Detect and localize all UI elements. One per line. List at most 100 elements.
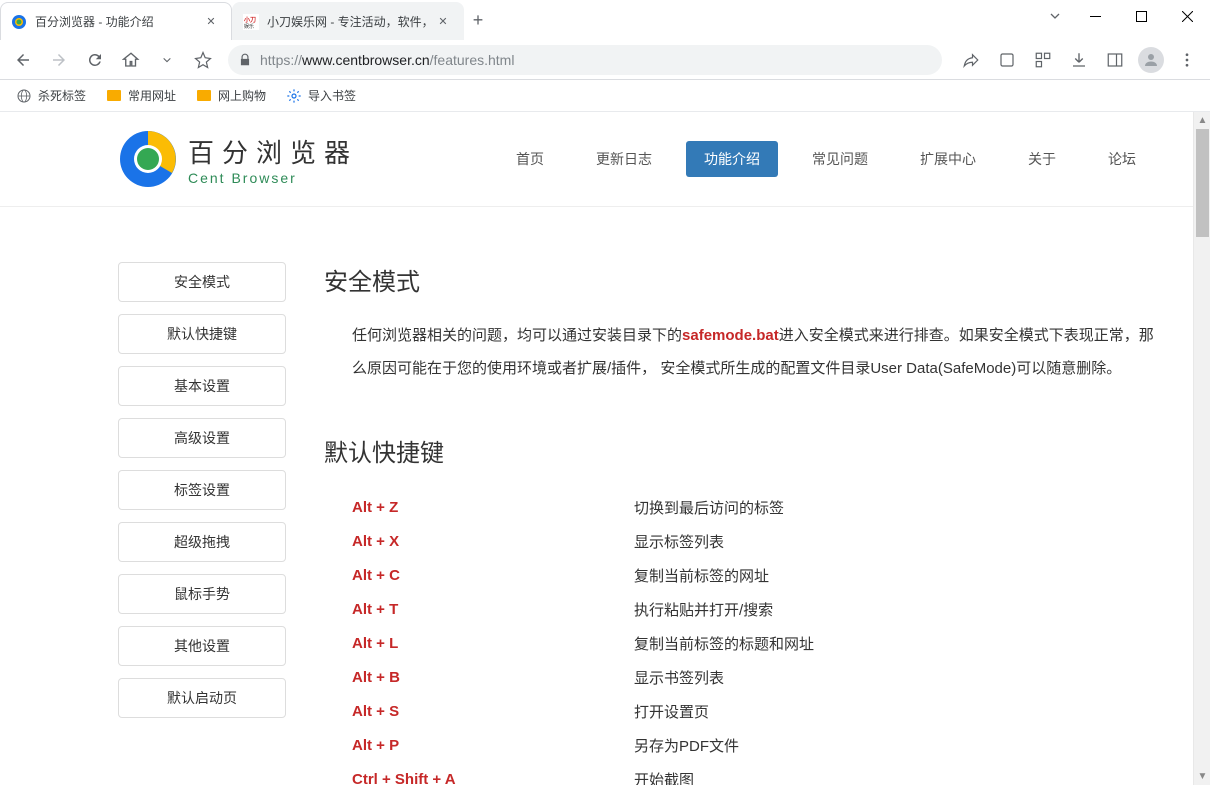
bookmark-item[interactable]: 导入书签 (278, 83, 364, 108)
table-row: Alt + T执行粘贴并打开/搜索 (352, 592, 1162, 626)
main-content: 安全模式 任何浏览器相关的问题，均可以通过安装目录下的safemode.bat进… (324, 262, 1162, 785)
shortcut-key: Alt + S (352, 703, 634, 720)
home-button[interactable] (114, 44, 148, 76)
menu-button[interactable] (1170, 44, 1204, 76)
sidebar-item-shortcuts[interactable]: 默认快捷键 (118, 314, 286, 354)
table-row: Alt + S打开设置页 (352, 694, 1162, 728)
folder-icon (196, 88, 212, 104)
folder-icon (106, 88, 122, 104)
sidebar: 安全模式 默认快捷键 基本设置 高级设置 标签设置 超级拖拽 鼠标手势 其他设置… (118, 262, 286, 785)
section-title-shortcuts: 默认快捷键 (324, 433, 1162, 468)
minimize-button[interactable] (1072, 0, 1118, 32)
svg-text:小刀: 小刀 (243, 16, 256, 24)
shortcut-desc: 切换到最后访问的标签 (634, 497, 784, 518)
main-nav: 首页 更新日志 功能介绍 常见问题 扩展中心 关于 论坛 (490, 141, 1162, 177)
nav-about[interactable]: 关于 (1010, 141, 1074, 177)
nav-changelog[interactable]: 更新日志 (578, 141, 670, 177)
close-icon[interactable]: ✕ (435, 14, 451, 30)
forward-button[interactable] (42, 44, 76, 76)
scroll-down-icon[interactable]: ▼ (1194, 768, 1210, 785)
bookmark-folder[interactable]: 常用网址 (98, 83, 184, 108)
toolbar: https://www.centbrowser.cn/features.html (0, 40, 1210, 80)
bookmark-label: 杀死标签 (38, 87, 86, 104)
logo-title-en: Cent Browser (188, 170, 358, 186)
back-button[interactable] (6, 44, 40, 76)
scroll-thumb[interactable] (1196, 129, 1209, 237)
bookmark-label: 常用网址 (128, 87, 176, 104)
sidebar-item-gesture[interactable]: 鼠标手势 (118, 574, 286, 614)
vertical-scrollbar[interactable]: ▲ ▼ (1193, 112, 1210, 785)
shortcut-desc: 显示书签列表 (634, 667, 724, 688)
shortcut-key: Alt + T (352, 601, 634, 618)
sidebar-item-other[interactable]: 其他设置 (118, 626, 286, 666)
globe-icon (16, 88, 32, 104)
table-row: Alt + Z切换到最后访问的标签 (352, 490, 1162, 524)
shortcut-key: Alt + X (352, 533, 634, 550)
shortcut-desc: 复制当前标签的标题和网址 (634, 633, 814, 654)
table-row: Alt + X显示标签列表 (352, 524, 1162, 558)
shortcut-desc: 复制当前标签的网址 (634, 565, 769, 586)
shortcut-desc: 另存为PDF文件 (634, 735, 739, 756)
chevron-down-icon[interactable] (1038, 0, 1072, 32)
scroll-up-icon[interactable]: ▲ (1194, 112, 1210, 129)
close-icon[interactable]: ✕ (203, 14, 219, 30)
bookmark-folder[interactable]: 网上购物 (188, 83, 274, 108)
lock-icon (238, 53, 252, 67)
panel-button[interactable] (1098, 44, 1132, 76)
shortcut-key: Alt + L (352, 635, 634, 652)
maximize-button[interactable] (1118, 0, 1164, 32)
table-row: Alt + L复制当前标签的标题和网址 (352, 626, 1162, 660)
shortcut-desc: 开始截图 (634, 769, 694, 785)
shortcut-table: Alt + Z切换到最后访问的标签 Alt + X显示标签列表 Alt + C复… (324, 490, 1162, 785)
page-viewport: 百分浏览器 Cent Browser 首页 更新日志 功能介绍 常见问题 扩展中… (0, 112, 1210, 785)
tab-active[interactable]: 百分浏览器 - 功能介绍 ✕ (0, 2, 232, 40)
nav-forum[interactable]: 论坛 (1090, 141, 1154, 177)
xd-favicon: 小刀娱乐 (243, 14, 259, 30)
address-bar[interactable]: https://www.centbrowser.cn/features.html (228, 45, 942, 75)
table-row: Alt + P另存为PDF文件 (352, 728, 1162, 762)
safemode-description: 任何浏览器相关的问题，均可以通过安装目录下的safemode.bat进入安全模式… (324, 319, 1162, 385)
table-row: Ctrl + Shift + A开始截图 (352, 762, 1162, 785)
sidebar-item-safemode[interactable]: 安全模式 (118, 262, 286, 302)
table-row: Alt + B显示书签列表 (352, 660, 1162, 694)
logo[interactable]: 百分浏览器 Cent Browser (118, 129, 358, 189)
shortcut-key: Alt + P (352, 737, 634, 754)
nav-home[interactable]: 首页 (498, 141, 562, 177)
shortcut-key: Ctrl + Shift + A (352, 771, 634, 785)
star-button[interactable] (186, 44, 220, 76)
sidebar-item-drag[interactable]: 超级拖拽 (118, 522, 286, 562)
chevron-down-icon[interactable] (150, 44, 184, 76)
section-title-safemode: 安全模式 (324, 262, 1162, 297)
bookmark-bar: 杀死标签 常用网址 网上购物 导入书签 (0, 80, 1210, 112)
logo-icon (118, 129, 178, 189)
new-tab-button[interactable]: + (464, 0, 492, 40)
extensions-button[interactable] (990, 44, 1024, 76)
tab-inactive[interactable]: 小刀娱乐 小刀娱乐网 - 专注活动，软件， ✕ (232, 2, 464, 40)
sidebar-item-tabs[interactable]: 标签设置 (118, 470, 286, 510)
page-header: 百分浏览器 Cent Browser 首页 更新日志 功能介绍 常见问题 扩展中… (0, 112, 1210, 207)
download-button[interactable] (1062, 44, 1096, 76)
close-window-button[interactable] (1164, 0, 1210, 32)
bookmark-item[interactable]: 杀死标签 (8, 83, 94, 108)
shortcut-desc: 打开设置页 (634, 701, 709, 722)
bookmark-label: 导入书签 (308, 87, 356, 104)
avatar[interactable] (1138, 47, 1164, 73)
nav-faq[interactable]: 常见问题 (794, 141, 886, 177)
tab-title: 百分浏览器 - 功能介绍 (35, 13, 203, 30)
shortcut-desc: 显示标签列表 (634, 531, 724, 552)
reload-button[interactable] (78, 44, 112, 76)
svg-text:娱乐: 娱乐 (244, 23, 254, 30)
nav-features[interactable]: 功能介绍 (686, 141, 778, 177)
shortcut-key: Alt + B (352, 669, 634, 686)
qr-button[interactable] (1026, 44, 1060, 76)
bookmark-label: 网上购物 (218, 87, 266, 104)
logo-title-cn: 百分浏览器 (188, 133, 358, 170)
sidebar-item-basic[interactable]: 基本设置 (118, 366, 286, 406)
sidebar-item-advanced[interactable]: 高级设置 (118, 418, 286, 458)
nav-extensions[interactable]: 扩展中心 (902, 141, 994, 177)
tab-title: 小刀娱乐网 - 专注活动，软件， (267, 13, 435, 30)
table-row: Alt + C复制当前标签的网址 (352, 558, 1162, 592)
shortcut-desc: 执行粘贴并打开/搜索 (634, 599, 773, 620)
sidebar-item-startup[interactable]: 默认启动页 (118, 678, 286, 718)
share-button[interactable] (954, 44, 988, 76)
